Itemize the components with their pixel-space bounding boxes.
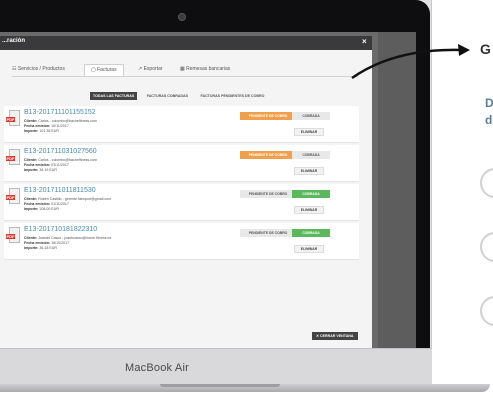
side-subheading-line1: D [485, 96, 493, 110]
curved-arrow-icon [351, 44, 470, 80]
side-heading: G [480, 41, 491, 57]
side-subheading-line2: d [485, 113, 493, 127]
